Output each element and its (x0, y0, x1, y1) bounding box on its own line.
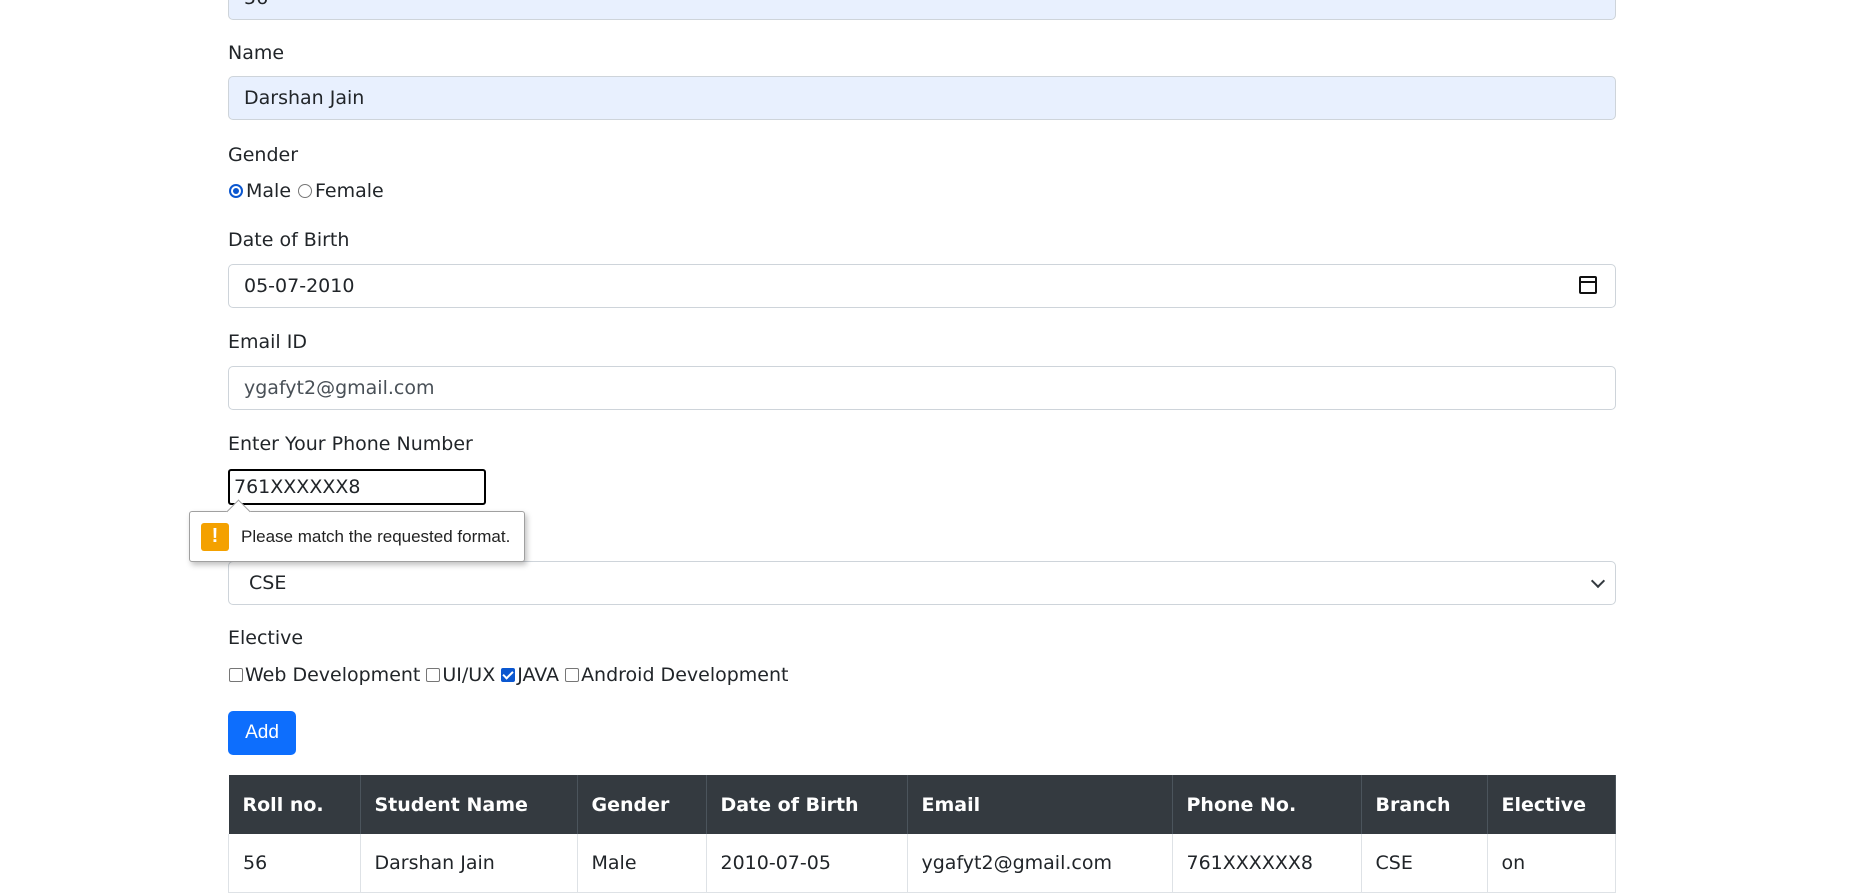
roll-number-value: 56 (244, 0, 268, 9)
elective-android-development-label: Android Development (581, 664, 789, 686)
name-label: Name (228, 42, 285, 64)
chevron-down-icon (1590, 573, 1606, 589)
table-cell: 2010-07-05 (706, 834, 908, 893)
table-cell: on (1487, 834, 1616, 893)
table-cell: ygafyt2@gmail.com (907, 834, 1173, 893)
gender-female-radio[interactable] (298, 184, 313, 198)
column-header: Student Name (360, 775, 578, 834)
column-header: Email (907, 775, 1173, 834)
column-header: Date of Birth (706, 775, 908, 834)
students-table: Roll no. Student Name Gender Date of Bir… (228, 775, 1616, 893)
column-header: Phone No. (1172, 775, 1362, 834)
roll-number-input[interactable]: 56 (228, 0, 1616, 20)
gender-female-label: Female (315, 180, 384, 202)
table-cell: 56 (228, 834, 361, 893)
table-cell: Male (577, 834, 707, 893)
column-header: Gender (577, 775, 707, 834)
phone-input[interactable]: 761XXXXXX8 (228, 469, 486, 505)
table-cell: Darshan Jain (360, 834, 578, 893)
gender-label: Gender (228, 144, 299, 166)
elective-label: Elective (228, 627, 304, 649)
elective-web-development-checkbox[interactable] (229, 668, 243, 682)
calendar-icon[interactable] (1579, 276, 1597, 294)
phone-value: 761XXXXXX8 (234, 476, 361, 498)
email-value: ygafyt2@gmail.com (244, 377, 435, 399)
validation-tooltip: ! Please match the requested format. (189, 511, 525, 562)
elective-uiux-label: UI/UX (442, 664, 496, 686)
table-cell: CSE (1361, 834, 1488, 893)
dob-label: Date of Birth (228, 229, 350, 251)
gender-male-label: Male (246, 180, 292, 202)
elective-android-development-checkbox[interactable] (565, 668, 580, 682)
gender-male-radio[interactable] (229, 184, 243, 198)
dob-input[interactable]: 05-07-2010 (228, 264, 1616, 308)
elective-uiux-checkbox[interactable] (426, 668, 441, 682)
dob-value: 05-07-2010 (244, 275, 355, 297)
name-input[interactable]: Darshan Jain (228, 76, 1616, 120)
validation-message: Please match the requested format. (241, 526, 511, 546)
column-header: Elective (1487, 775, 1616, 834)
add-button[interactable]: Add (228, 711, 296, 755)
email-input[interactable]: ygafyt2@gmail.com (228, 366, 1616, 410)
elective-options: Web Development UI/UX JAVA Android Devel… (228, 664, 788, 686)
branch-value: CSE (249, 572, 287, 594)
column-header: Branch (1361, 775, 1488, 834)
table-header-row: Roll no. Student Name Gender Date of Bir… (228, 775, 1616, 834)
email-label: Email ID (228, 331, 307, 353)
column-header: Roll no. (228, 775, 361, 834)
table-row: 56 Darshan Jain Male 2010-07-05 ygafyt2@… (228, 834, 1616, 893)
warning-icon: ! (201, 522, 229, 551)
elective-java-checkbox[interactable] (501, 668, 516, 682)
name-value: Darshan Jain (244, 87, 365, 109)
table-cell: 761XXXXXX8 (1172, 834, 1362, 893)
elective-java-label: JAVA (517, 664, 560, 686)
gender-options: Male Female (228, 180, 384, 202)
branch-select[interactable]: CSE (228, 561, 1616, 605)
phone-label: Enter Your Phone Number (228, 433, 473, 455)
elective-web-development-label: Web Development (245, 664, 421, 686)
